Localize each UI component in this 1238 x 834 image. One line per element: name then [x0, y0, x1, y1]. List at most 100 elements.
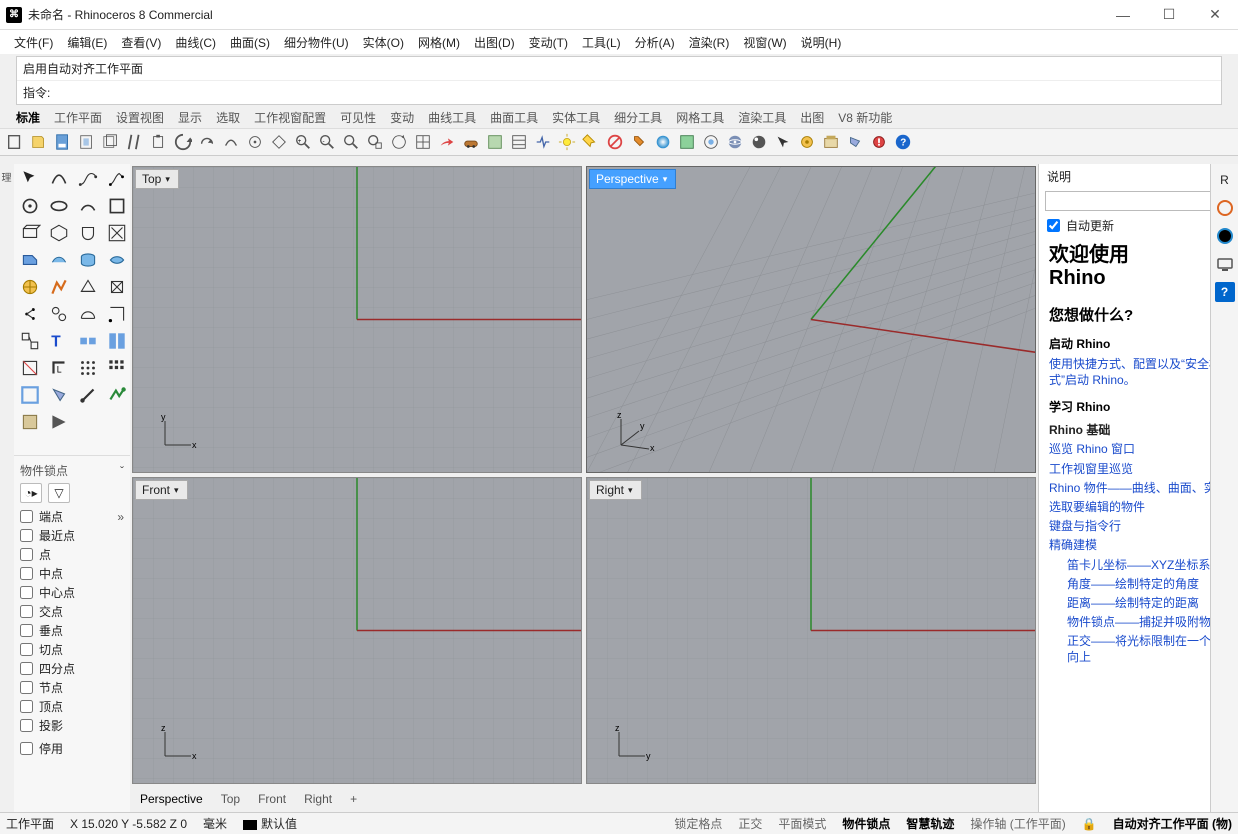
help-link[interactable]: 正交——将光标限制在一个方向上 [1067, 633, 1228, 665]
osnap-item-checkbox[interactable] [20, 605, 33, 618]
toolbar-tab[interactable]: 细分工具 [614, 109, 662, 126]
toolbar-tab[interactable]: 标准 [16, 109, 40, 126]
help-link[interactable]: 精确建模 [1049, 537, 1228, 553]
expand-icon[interactable]: » [117, 510, 124, 524]
render-icon[interactable] [1215, 226, 1235, 246]
toolbar-button[interactable] [28, 131, 50, 153]
tool-button[interactable] [45, 409, 73, 435]
osnap-item-checkbox[interactable] [20, 510, 33, 523]
close-button[interactable]: ✕ [1192, 0, 1238, 30]
chevron-down-icon[interactable]: ˇ [120, 464, 124, 478]
menu-item[interactable]: 视窗(W) [743, 34, 786, 51]
toolbar-button[interactable] [724, 131, 746, 153]
toolbar-button[interactable] [820, 131, 842, 153]
toolbar-button[interactable] [220, 131, 242, 153]
toolbar-button[interactable] [412, 131, 434, 153]
viewport-tab[interactable]: Top [221, 792, 240, 806]
viewport-dropdown-icon[interactable]: ▾ [174, 485, 179, 496]
menu-item[interactable]: 文件(F) [14, 34, 53, 51]
menu-item[interactable]: 渲染(R) [689, 34, 730, 51]
viewport-label[interactable]: Right▾ [589, 480, 642, 500]
toolbar-button[interactable] [628, 131, 650, 153]
tool-button[interactable] [16, 301, 44, 327]
toolbar-tab[interactable]: 选取 [216, 109, 240, 126]
viewport-tab[interactable]: Front [258, 792, 286, 806]
help-link[interactable]: 选取要编辑的物件 [1049, 499, 1228, 515]
toolbar-button[interactable] [244, 131, 266, 153]
status-auto-cplane[interactable]: 自动对齐工作平面 (物) [1113, 815, 1232, 832]
tool-button[interactable] [103, 301, 131, 327]
osnap-toggle-button[interactable]: ◔▸ [20, 483, 42, 503]
status-grid-snap[interactable]: 锁定格点 [674, 815, 722, 832]
menu-item[interactable]: 曲线(C) [175, 34, 216, 51]
tool-button[interactable] [103, 193, 131, 219]
status-planar[interactable]: 平面模式 [778, 815, 826, 832]
command-line[interactable]: 指令: [17, 80, 1221, 104]
toolbar-button[interactable] [4, 131, 26, 153]
status-layer[interactable]: 默认值 [243, 815, 297, 832]
toolbar-tab[interactable]: 渲染工具 [738, 109, 786, 126]
tool-button[interactable] [45, 301, 73, 327]
toolbar-button[interactable] [700, 131, 722, 153]
toolbar-button[interactable] [52, 131, 74, 153]
tool-button[interactable] [103, 247, 131, 273]
viewport-tab[interactable]: Perspective [140, 792, 203, 806]
toolbar-tab[interactable]: 设置视图 [116, 109, 164, 126]
toolbar-button[interactable] [748, 131, 770, 153]
toolbar-tab[interactable]: 工作视窗配置 [254, 109, 326, 126]
toolbar-button[interactable] [436, 131, 458, 153]
toolbar-button[interactable] [124, 131, 146, 153]
viewport-label[interactable]: Front▾ [135, 480, 188, 500]
sidebar-tab-icon[interactable]: R [1215, 170, 1235, 190]
osnap-item-checkbox[interactable] [20, 586, 33, 599]
menu-item[interactable]: 查看(V) [121, 34, 161, 51]
viewport-top[interactable]: Top▾ yx [132, 166, 582, 473]
tool-button[interactable] [74, 328, 102, 354]
toolbar-button[interactable] [556, 131, 578, 153]
tool-button[interactable] [16, 355, 44, 381]
toolbar-button[interactable] [772, 131, 794, 153]
help-link[interactable]: 物件锁点——捕捉并吸附物件 [1067, 614, 1228, 630]
toolbar-tab[interactable]: V8 新功能 [838, 109, 892, 126]
tool-button[interactable] [45, 247, 73, 273]
osnap-item-checkbox[interactable] [20, 567, 33, 580]
menu-item[interactable]: 分析(A) [635, 34, 675, 51]
tool-button[interactable] [103, 382, 131, 408]
tool-button[interactable] [45, 274, 73, 300]
osnap-item-checkbox[interactable] [20, 700, 33, 713]
viewport-dropdown-icon[interactable]: ▾ [663, 174, 668, 185]
toolbar-tab[interactable]: 可见性 [340, 109, 376, 126]
tool-button[interactable] [74, 274, 102, 300]
viewport-tab[interactable]: Right [304, 792, 332, 806]
menu-item[interactable]: 说明(H) [801, 34, 842, 51]
tool-button[interactable] [103, 220, 131, 246]
viewport-right[interactable]: Right▾ zy [586, 477, 1036, 784]
tool-button[interactable]: T [45, 328, 73, 354]
osnap-disable-checkbox[interactable] [20, 742, 33, 755]
minimize-button[interactable]: — [1100, 0, 1146, 30]
toolbar-button[interactable]: ? [892, 131, 914, 153]
osnap-item-checkbox[interactable] [20, 624, 33, 637]
osnap-item-checkbox[interactable] [20, 719, 33, 732]
toolbar-button[interactable] [364, 131, 386, 153]
tool-button[interactable] [16, 220, 44, 246]
tool-button[interactable] [74, 247, 102, 273]
tool-button[interactable] [103, 328, 131, 354]
auto-update-checkbox[interactable] [1047, 219, 1060, 232]
toolbar-tab[interactable]: 实体工具 [552, 109, 600, 126]
toolbar-button[interactable] [868, 131, 890, 153]
status-smart[interactable]: 智慧轨迹 [906, 815, 954, 832]
toolbar-button[interactable] [532, 131, 554, 153]
menu-item[interactable]: 曲面(S) [230, 34, 270, 51]
toolbar-button[interactable] [76, 131, 98, 153]
toolbar-button[interactable] [100, 131, 122, 153]
status-osnap[interactable]: 物件锁点 [842, 815, 890, 832]
osnap-item-checkbox[interactable] [20, 529, 33, 542]
toolbar-tab[interactable]: 网格工具 [676, 109, 724, 126]
tool-button[interactable]: L [45, 355, 73, 381]
tool-button[interactable] [74, 193, 102, 219]
help-link[interactable]: 笛卡儿坐标——XYZ坐标系 [1067, 557, 1228, 573]
help-link[interactable]: Rhino 物件——曲线、曲面、实体 [1049, 480, 1228, 496]
toolbar-button[interactable] [796, 131, 818, 153]
tool-button[interactable] [45, 166, 73, 192]
